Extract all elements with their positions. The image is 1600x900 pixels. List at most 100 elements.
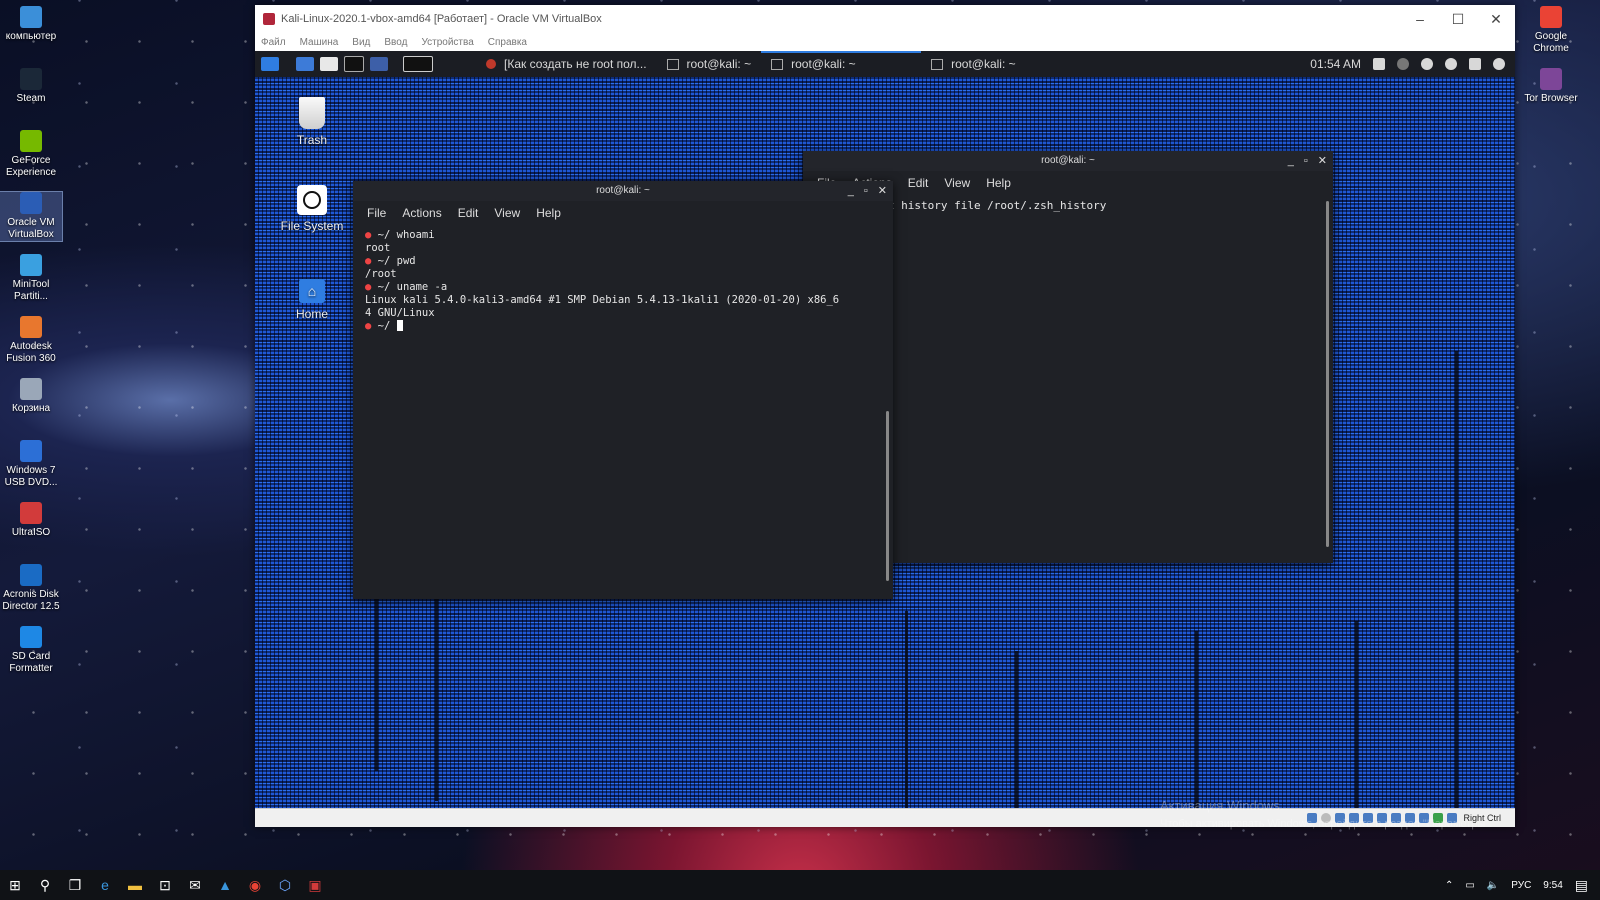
guest-screen[interactable]: [Как создать не root пол... root@kali: ~…	[255, 51, 1515, 809]
close-icon[interactable]: ✕	[1318, 151, 1327, 171]
terminal-output[interactable]: ● ~/ whoami root ● ~/ pwd/root ● ~/ uname -…	[353, 225, 893, 337]
scrollbar[interactable]	[886, 411, 889, 581]
desktop-shortcut-computer[interactable]: компьютер	[0, 6, 62, 43]
notification-bell-icon[interactable]	[1421, 58, 1433, 70]
virtualbox-taskbar-icon[interactable]: ⬡	[270, 870, 300, 900]
taskbar-clock[interactable]: 9:54	[1543, 880, 1562, 891]
sdcard-icon	[20, 626, 42, 648]
minitool-icon	[20, 254, 42, 276]
task-view-icon[interactable]: ❐	[60, 870, 90, 900]
minimize-button[interactable]: –	[1401, 11, 1439, 28]
maximize-icon[interactable]: ▫	[1304, 151, 1308, 171]
desktop-shortcut-recycle-bin[interactable]: Корзина	[0, 378, 62, 415]
minimize-icon[interactable]: _	[1288, 151, 1294, 171]
terminal-titlebar[interactable]: root@kali: ~ _ ▫ ✕	[353, 181, 893, 201]
task-label: root@kali: ~	[951, 57, 1016, 71]
desktop-shortcut-virtualbox[interactable]: Oracle VM VirtualBox	[0, 191, 63, 242]
store-icon[interactable]: ⊡	[150, 870, 180, 900]
network-icon[interactable]: ▭	[1465, 880, 1474, 891]
kali-vm-taskbar-icon[interactable]: ▣	[300, 870, 330, 900]
terminal-line: ● ~/ pwd	[365, 255, 881, 268]
desktop-shortcut-chrome[interactable]: Google Chrome	[1520, 6, 1582, 55]
task-terminal-2[interactable]: root@kali: ~	[761, 51, 922, 77]
terminal-titlebar[interactable]: root@kali: ~ _ ▫ ✕	[803, 151, 1333, 171]
scrollbar[interactable]	[1326, 201, 1329, 547]
lock-icon[interactable]	[1469, 58, 1481, 70]
desktop-icon-label: SD Card Formatter	[9, 651, 53, 674]
display-icon[interactable]	[1373, 58, 1385, 70]
acronis-icon	[20, 564, 42, 586]
menu-help[interactable]: Help	[536, 206, 561, 220]
terminal-line: ● ~/ whoami	[365, 229, 881, 242]
refresh-icon[interactable]	[1493, 58, 1505, 70]
command-text: pwd	[396, 255, 416, 267]
search-icon[interactable]: ⚲	[30, 870, 60, 900]
firefox-icon	[486, 59, 496, 69]
desktop-shortcut-windows-usb[interactable]: Windows 7 USB DVD...	[0, 440, 62, 489]
explorer-icon[interactable]: ▬	[120, 870, 150, 900]
terminal-window-front[interactable]: root@kali: ~ _ ▫ ✕ File Actions Edit Vie…	[353, 181, 893, 599]
menu-edit[interactable]: Edit	[458, 206, 479, 220]
command-text: uname -a	[396, 281, 448, 293]
menu-help[interactable]: Help	[986, 176, 1011, 190]
workspace-switcher[interactable]	[403, 56, 433, 72]
task-browser[interactable]: [Как создать не root пол...	[476, 51, 657, 77]
panel-clock[interactable]: 01:54 AM	[1310, 57, 1361, 71]
desktop-shortcut-acronis[interactable]: Acronis Disk Director 12.5	[0, 564, 62, 613]
volume-icon[interactable]: 🔈	[1487, 880, 1499, 891]
filesystem-desktop-item[interactable]: File System	[277, 185, 347, 233]
power-icon[interactable]	[1445, 58, 1457, 70]
menu-machine[interactable]: Машина	[300, 37, 339, 48]
chevron-up-icon[interactable]: ⌃	[1445, 880, 1453, 891]
menu-edit[interactable]: Edit	[908, 176, 929, 190]
home-desktop-item[interactable]: ⌂ Home	[277, 279, 347, 321]
chrome-icon[interactable]: ◉	[240, 870, 270, 900]
activation-watermark-text: Чтобы активировать Windows, перейдите в …	[1160, 818, 1493, 830]
menu-file[interactable]: File	[367, 206, 386, 220]
start-button[interactable]: ⊞	[0, 870, 30, 900]
virtualbox-window: Kali-Linux-2020.1-vbox-amd64 [Работает] …	[255, 5, 1515, 827]
menu-file[interactable]: Файл	[261, 37, 286, 48]
maximize-icon[interactable]: ▫	[864, 181, 868, 201]
terminal-menubar: File Actions Edit View Help	[353, 201, 893, 225]
fusion360-icon	[20, 316, 42, 338]
menu-view[interactable]: Вид	[352, 37, 370, 48]
desktop-item-label: Home	[295, 307, 328, 321]
windows-taskbar: ⊞ ⚲ ❐ e ▬ ⊡ ✉ ▲ ◉ ⬡ ▣ ⌃ ▭ 🔈 РУС 9:54 ▤	[0, 870, 1600, 900]
menu-actions[interactable]: Actions	[402, 206, 441, 220]
volume-icon[interactable]	[1397, 58, 1409, 70]
app-icon[interactable]: ▲	[210, 870, 240, 900]
desktop-shortcut-steam[interactable]: Steam	[0, 68, 62, 105]
prompt-path: ~/	[377, 229, 397, 241]
desktop-shortcut-minitool[interactable]: MiniTool Partiti...	[0, 254, 62, 303]
terminal-launcher-icon[interactable]	[344, 56, 364, 72]
menu-view[interactable]: View	[944, 176, 970, 190]
kali-menu-icon[interactable]	[261, 57, 279, 71]
close-button[interactable]: ✕	[1477, 11, 1515, 28]
desktop-shortcut-fusion360[interactable]: Autodesk Fusion 360	[0, 316, 62, 365]
virtualbox-titlebar[interactable]: Kali-Linux-2020.1-vbox-amd64 [Работает] …	[255, 5, 1515, 33]
task-terminal-1[interactable]: root@kali: ~	[657, 51, 762, 77]
menu-view[interactable]: View	[494, 206, 520, 220]
maximize-button[interactable]: ☐	[1439, 11, 1477, 28]
desktop-shortcut-tor[interactable]: Tor Browser	[1520, 68, 1582, 105]
browser-launcher-icon[interactable]	[370, 57, 388, 71]
desktop-shortcut-ultraiso[interactable]: UltraISO	[0, 502, 62, 539]
menu-help[interactable]: Справка	[488, 37, 527, 48]
file-manager-icon[interactable]	[320, 57, 338, 71]
desktop-shortcut-sdcard[interactable]: SD Card Formatter	[0, 626, 62, 675]
show-desktop-icon[interactable]	[296, 57, 314, 71]
close-icon[interactable]: ✕	[878, 181, 887, 201]
edge-icon[interactable]: e	[90, 870, 120, 900]
filesystem-icon	[297, 185, 327, 215]
menu-devices[interactable]: Устройства	[421, 37, 473, 48]
desktop-shortcut-geforce[interactable]: GeForce Experience	[0, 130, 62, 179]
action-center-icon[interactable]: ▤	[1575, 877, 1588, 894]
minimize-icon[interactable]: _	[848, 181, 854, 201]
language-indicator[interactable]: РУС	[1511, 880, 1531, 891]
task-terminal-3[interactable]: root@kali: ~	[921, 51, 1026, 77]
mail-icon[interactable]: ✉	[180, 870, 210, 900]
menu-input[interactable]: Ввод	[384, 37, 407, 48]
desktop-icon-label: Steam	[16, 93, 46, 104]
trash-desktop-item[interactable]: Trash	[277, 97, 347, 147]
